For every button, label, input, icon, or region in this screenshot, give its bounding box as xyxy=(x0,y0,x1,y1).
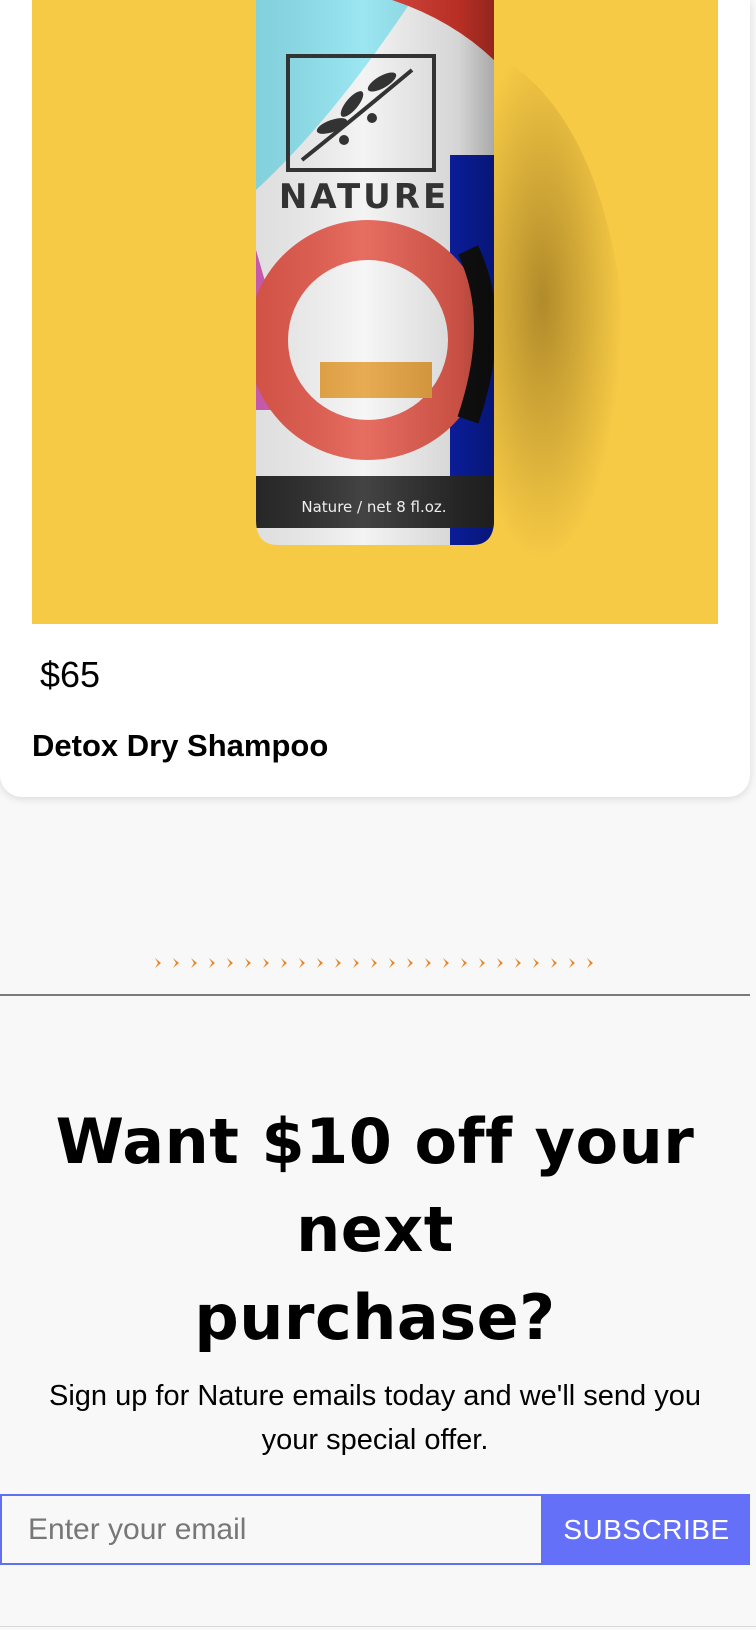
offer-heading-line2: purchase? xyxy=(194,1281,556,1354)
chevron-icon xyxy=(334,958,341,968)
chevron-icon xyxy=(298,958,305,968)
product-card[interactable]: NATURE Nature / net 8 fl.oz. $65 Detox D… xyxy=(0,0,750,797)
page: NATURE Nature / net 8 fl.oz. $65 Detox D… xyxy=(0,0,756,1630)
chevron-icon xyxy=(424,958,431,968)
chevron-icon xyxy=(460,958,467,968)
chevron-icon xyxy=(154,958,161,968)
product-image[interactable]: NATURE Nature / net 8 fl.oz. xyxy=(32,0,718,624)
chevron-icon xyxy=(316,958,323,968)
chevron-icon xyxy=(442,958,449,968)
bottle-brand-text: NATURE xyxy=(279,177,449,217)
bottle-illustration: NATURE Nature / net 8 fl.oz. xyxy=(32,0,718,624)
product-price: $65 xyxy=(40,654,101,695)
chevron-icon xyxy=(514,958,521,968)
chevron-icon xyxy=(532,958,539,968)
chevron-icon xyxy=(172,958,179,968)
chevron-icon xyxy=(262,958,269,968)
chevron-icon xyxy=(352,958,359,968)
chevron-icon xyxy=(190,958,197,968)
footer-divider xyxy=(0,1626,756,1627)
chevron-icon xyxy=(550,958,557,968)
offer-heading-line1: Want $10 off your next xyxy=(55,1105,695,1266)
chevron-icon xyxy=(280,958,287,968)
chevron-icon xyxy=(406,958,413,968)
chevron-icon xyxy=(208,958,215,968)
chevron-icon xyxy=(226,958,233,968)
offer-heading: Want $10 off your next purchase? xyxy=(0,1098,750,1362)
section-rule xyxy=(0,994,750,996)
chevron-icon xyxy=(568,958,575,968)
chevron-icon xyxy=(388,958,395,968)
subscribe-button[interactable]: SUBSCRIBE xyxy=(543,1494,750,1565)
email-input[interactable] xyxy=(0,1494,543,1565)
newsletter-form: SUBSCRIBE xyxy=(0,1494,750,1565)
decorative-divider xyxy=(0,948,750,978)
chevron-icon xyxy=(586,958,593,968)
chevron-icon xyxy=(496,958,503,968)
bottle-label-text: Nature / net 8 fl.oz. xyxy=(301,498,446,516)
chevron-icon xyxy=(244,958,251,968)
chevron-icon xyxy=(370,958,377,968)
product-name[interactable]: Detox Dry Shampoo xyxy=(32,728,328,764)
offer-description: Sign up for Nature emails today and we'l… xyxy=(49,1380,701,1456)
chevron-icon xyxy=(478,958,485,968)
